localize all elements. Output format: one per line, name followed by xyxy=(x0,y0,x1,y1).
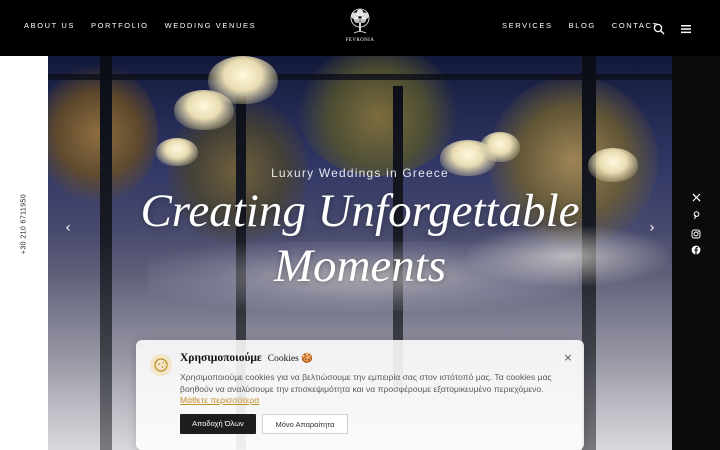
site-logo[interactable]: FEVRONIA xyxy=(342,8,378,48)
nav-services[interactable]: SERVICES xyxy=(502,21,553,30)
accept-all-button[interactable]: Αποδοχή Όλων xyxy=(180,414,256,434)
site-header: ABOUT US PORTFOLIO WEDDING VENUES FEVRON… xyxy=(0,0,720,56)
tree-logo-icon xyxy=(350,8,370,34)
necessary-only-button[interactable]: Μόνο Απαραίτητα xyxy=(262,414,348,434)
close-icon[interactable]: × xyxy=(562,352,574,364)
cookie-title: Χρησιμοποιούμε Cookies 🍪 xyxy=(180,352,313,364)
primary-nav-right: SERVICES BLOG CONTACT xyxy=(502,21,659,30)
search-icon[interactable] xyxy=(653,22,665,35)
hamburger-menu-icon[interactable] xyxy=(680,22,692,34)
next-slide-arrow[interactable]: › xyxy=(644,220,660,236)
facebook-icon[interactable] xyxy=(689,245,703,257)
x-icon[interactable] xyxy=(689,193,703,205)
nav-portfolio[interactable]: PORTFOLIO xyxy=(91,21,149,30)
cookie-description: Χρησιμοποιούμε cookies για να βελτιώσουμ… xyxy=(180,372,552,394)
logo-text: FEVRONIA xyxy=(345,38,375,43)
hero-title-line1: Creating Unforgettable xyxy=(140,185,580,237)
cookie-title-main: Χρησιμοποιούμε xyxy=(180,352,262,364)
cookie-consent-banner: Χρησιμοποιούμε Cookies 🍪 × Χρησιμοποιούμ… xyxy=(136,340,584,450)
prev-slide-arrow[interactable]: ‹ xyxy=(60,220,76,236)
cookie-title-sub: Cookies 🍪 xyxy=(267,354,314,364)
hero-title-line2: Moments xyxy=(273,240,447,292)
hero-title: Creating Unforgettable Moments xyxy=(48,184,672,294)
nav-about-us[interactable]: ABOUT US xyxy=(24,21,75,30)
nav-contact[interactable]: CONTACT xyxy=(612,21,659,30)
phone-number[interactable]: +30 210 6711950 xyxy=(21,194,28,254)
learn-more-link[interactable]: Μάθετε περισσότερα xyxy=(180,395,259,405)
cookie-icon xyxy=(150,354,172,376)
nav-wedding-venues[interactable]: WEDDING VENUES xyxy=(165,21,257,30)
nav-blog[interactable]: BLOG xyxy=(569,21,596,30)
primary-nav-left: ABOUT US PORTFOLIO WEDDING VENUES xyxy=(24,21,256,30)
hero-eyebrow: Luxury Weddings in Greece xyxy=(271,166,449,180)
pinterest-icon[interactable] xyxy=(689,210,703,222)
instagram-icon[interactable] xyxy=(689,229,703,241)
